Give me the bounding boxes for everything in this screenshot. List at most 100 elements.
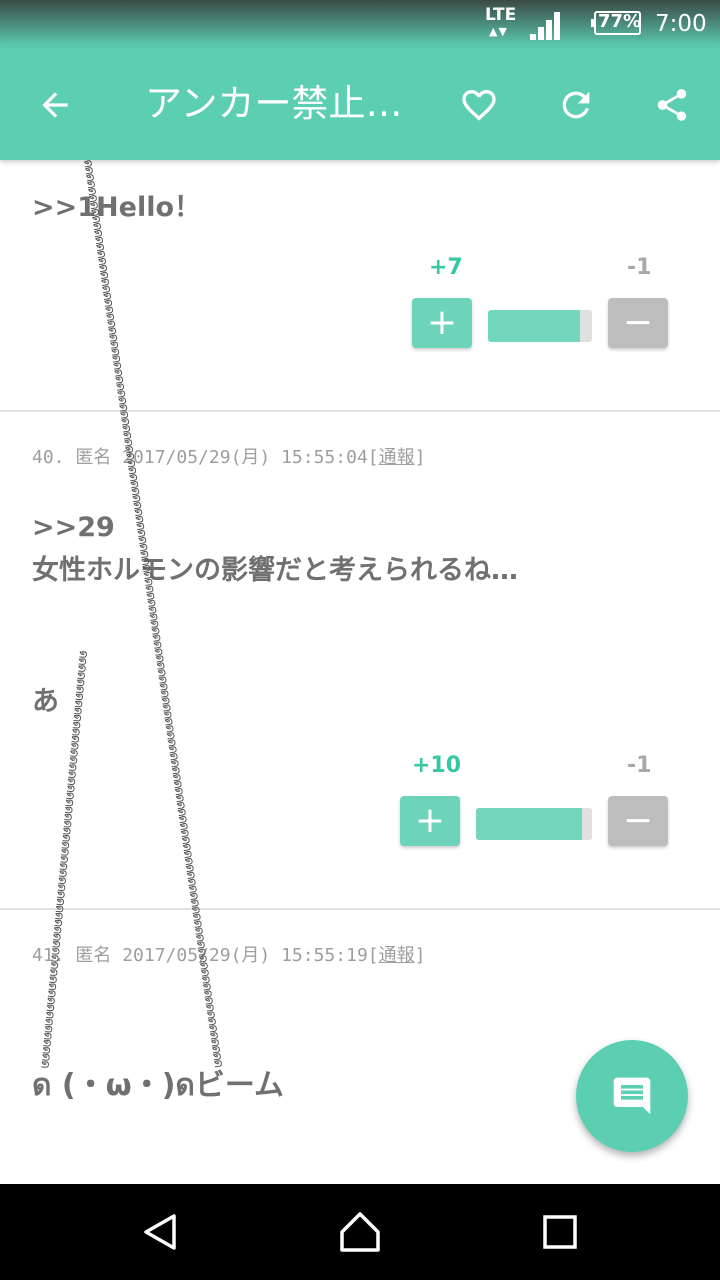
ascii-beam-char: ด [97, 277, 113, 287]
ascii-beam-char: ด [56, 855, 72, 865]
ascii-beam-char: ด [42, 1010, 58, 1020]
ascii-beam-char: ด [61, 798, 77, 808]
favorite-button[interactable] [444, 70, 514, 140]
share-button[interactable] [637, 70, 707, 140]
ascii-beam-char: ด [201, 996, 217, 1006]
ascii-beam-char: ด [39, 1038, 55, 1048]
minus-vote-button[interactable]: − [608, 298, 668, 348]
refresh-button[interactable] [541, 70, 611, 140]
ascii-beam-char: ด [192, 933, 208, 943]
ascii-beam-char: ด [163, 731, 179, 741]
post-number: 40. [32, 447, 65, 468]
nav-recents-icon [543, 1215, 577, 1249]
status-bar: LTE ▲▼ 77% 7:00 [0, 0, 720, 48]
ascii-beam-char: ด [107, 347, 123, 357]
ascii-beam-char: ด [198, 975, 214, 985]
ascii-beam-char: ด [110, 368, 126, 378]
post-body: あ [32, 686, 59, 717]
plus-icon: + [414, 800, 446, 841]
ascii-beam-char: ด [82, 172, 98, 182]
ascii-beam-char: ด [59, 826, 75, 836]
minus-vote-button[interactable]: − [608, 796, 668, 846]
ascii-beam-char: ด [161, 717, 177, 727]
ascii-beam-char: ด [58, 833, 74, 843]
thread-content[interactable]: >>1Hello！ +7 -1 + − 40. 匿名 2017/05/29(月)… [0, 160, 720, 1184]
ascii-beam-char: ด [208, 1044, 224, 1054]
ascii-beam-char: ด [131, 514, 147, 524]
ascii-beam-char: ด [207, 1038, 223, 1048]
comment-icon [613, 1077, 651, 1115]
ascii-beam-char: ด [190, 919, 206, 929]
ascii-beam-char: ด [93, 249, 109, 259]
comment-fab[interactable] [576, 1040, 688, 1152]
ascii-beam-char: ด [46, 968, 62, 978]
plus-vote-button[interactable]: + [412, 298, 472, 348]
minus-vote-count: -1 [627, 753, 652, 778]
ascii-beam-char: ด [65, 756, 81, 766]
divider [0, 410, 720, 412]
ascii-beam-char: ด [69, 720, 85, 730]
ascii-beam-char: ด [95, 263, 111, 273]
post-meta: 41. 匿名 2017/05/29(月) 15:55:19[通報] [32, 944, 425, 968]
ascii-beam-char: ด [68, 727, 84, 737]
ascii-beam-char: ด [162, 724, 178, 734]
post-body: ด (・ω・)ดビーム [32, 1068, 285, 1103]
ascii-beam-char: ด [135, 542, 151, 552]
post-anchor-link[interactable]: >>29 [32, 510, 115, 546]
ascii-beam-char: ด [60, 812, 76, 822]
nav-back-button[interactable] [132, 1204, 188, 1260]
ascii-beam-char: ด [167, 758, 183, 768]
ascii-beam-char: ด [105, 333, 121, 343]
ascii-beam-char: ด [49, 932, 65, 942]
ascii-beam-char: ด [159, 703, 175, 713]
ascii-beam-char: ด [63, 784, 79, 794]
post-body: 女性ホルモンの影響だと考えられるね… [32, 555, 518, 586]
system-nav-bar [0, 1184, 720, 1280]
ascii-beam-char: ด [158, 696, 174, 706]
ascii-beam-char: ด [119, 431, 135, 441]
ascii-beam-char: ด [200, 989, 216, 999]
ascii-beam-char: ด [45, 975, 61, 985]
ascii-beam-char: ด [184, 877, 200, 887]
nav-recents-button[interactable] [532, 1204, 588, 1260]
ascii-beam-char: ด [65, 763, 81, 773]
nav-home-button[interactable] [332, 1204, 388, 1260]
ascii-beam-char: ด [153, 661, 169, 671]
app-bar: アンカー禁止… [0, 48, 720, 160]
ascii-beam-char: ด [99, 291, 115, 301]
ascii-beam-char: ด [90, 228, 106, 238]
post-date: 2017/05/29(月) 15:55:04 [122, 447, 368, 468]
network-activity-icon: ▲▼ [489, 25, 508, 38]
ascii-beam-char: ด [187, 898, 203, 908]
ascii-beam-char: ด [132, 521, 148, 531]
ascii-beam-char: ด [204, 1017, 220, 1027]
ascii-beam-char: ด [53, 890, 69, 900]
plus-vote-button[interactable]: + [400, 796, 460, 846]
vote-ratio-bar [488, 310, 592, 342]
post-author: 匿名 [75, 447, 112, 468]
ascii-beam-char: ด [151, 647, 167, 657]
ascii-beam-char: ด [58, 841, 74, 851]
share-icon [657, 89, 687, 121]
report-link[interactable]: 通報 [379, 945, 415, 966]
ascii-beam-char: ด [73, 671, 89, 681]
back-button[interactable] [20, 70, 90, 140]
post-body: >>1Hello！ [32, 192, 202, 223]
report-bracket: [ [367, 945, 379, 966]
report-bracket: [ [367, 447, 379, 468]
report-bracket: ] [414, 447, 426, 468]
network-type: LTE [485, 5, 517, 25]
ascii-beam-char: ด [126, 479, 142, 489]
ascii-beam-char: ด [55, 869, 71, 879]
ascii-beam-char: ด [60, 819, 76, 829]
ascii-beam-char: ด [100, 298, 116, 308]
ascii-beam-char: ด [178, 835, 194, 845]
ascii-beam-char: ด [169, 772, 185, 782]
report-link[interactable]: 通報 [379, 447, 415, 468]
ascii-beam-char: ด [50, 918, 66, 928]
ascii-beam-char: ด [44, 982, 60, 992]
nav-back-icon [144, 1214, 176, 1250]
plus-vote-count: +10 [412, 753, 462, 778]
ascii-beam-char: ด [113, 389, 129, 399]
post-date: 2017/05/29(月) 15:55:19 [122, 945, 368, 966]
